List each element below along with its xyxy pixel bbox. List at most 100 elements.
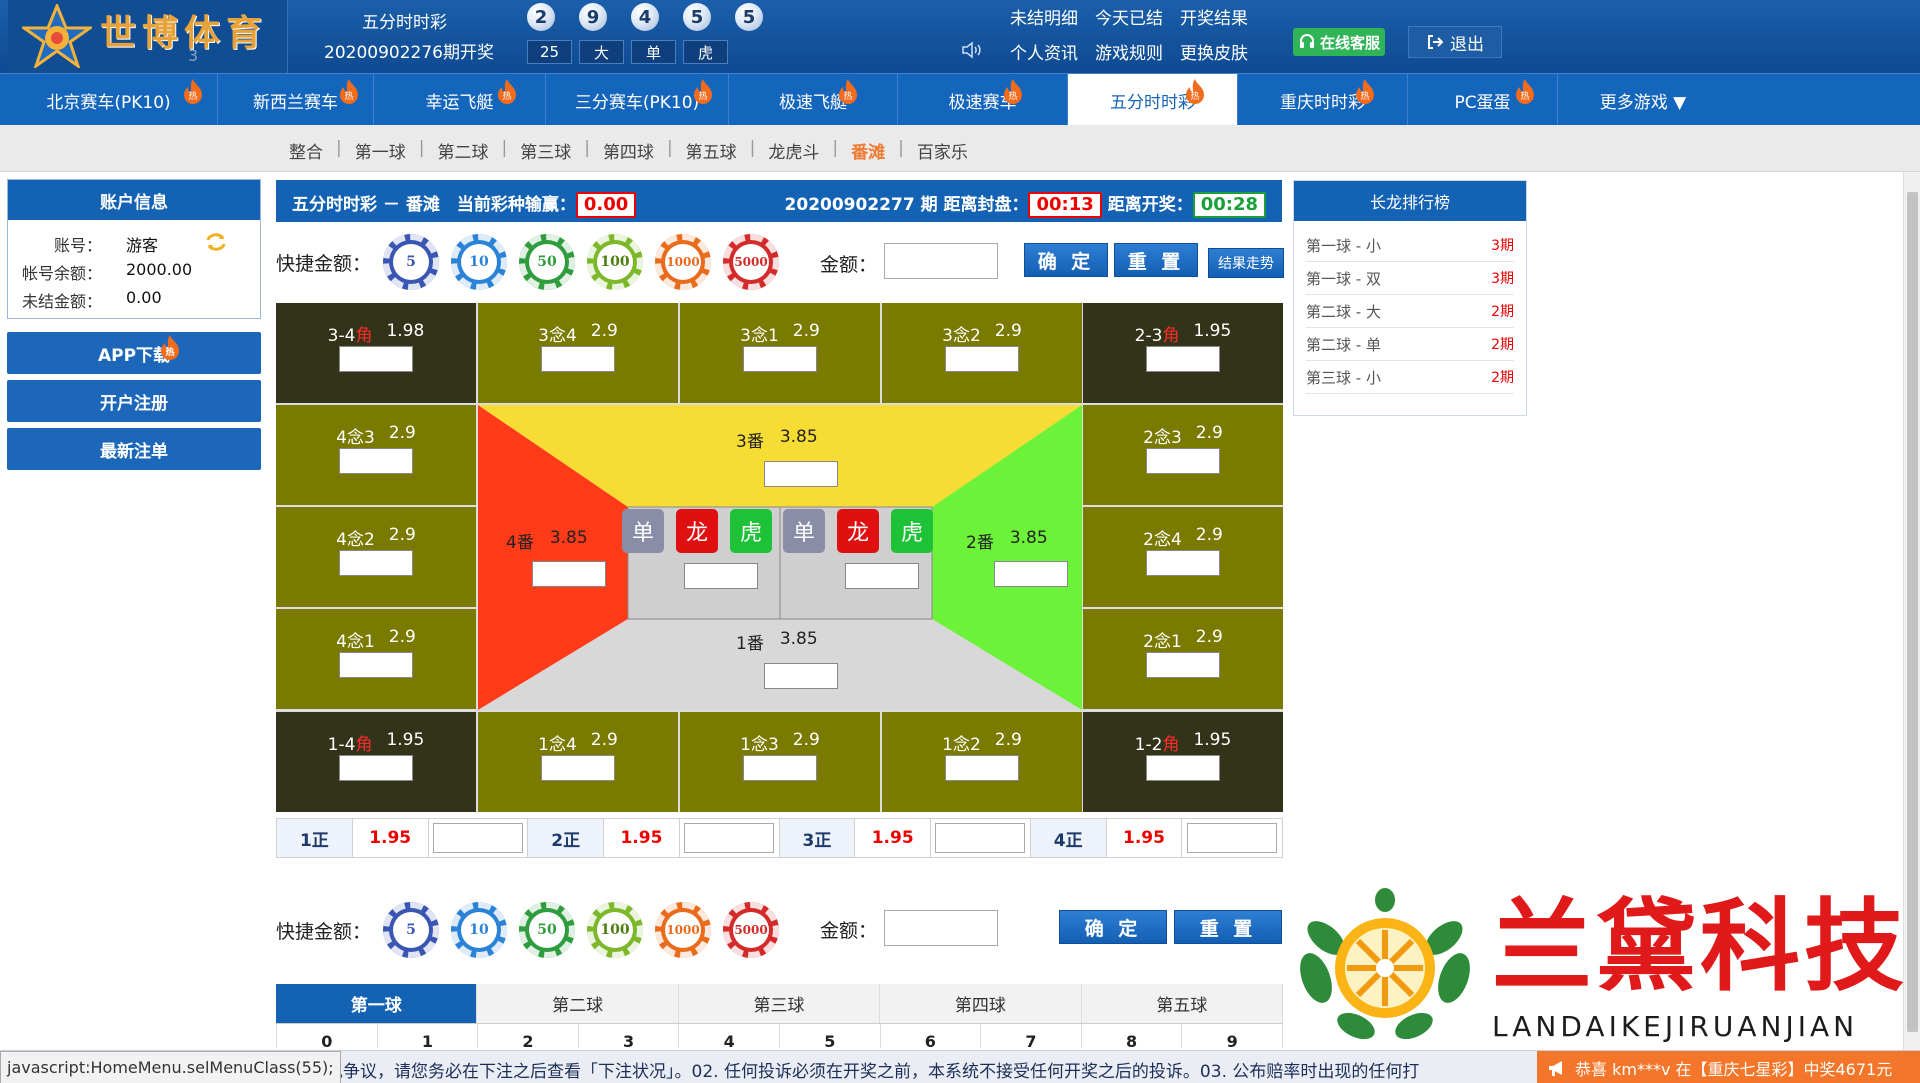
subtab-integrated[interactable]: 整合 [289, 138, 323, 163]
subtab-ball-4[interactable]: 第四球 [603, 138, 654, 163]
bet-cell-2-3-jiao[interactable]: 2-3角 1.95 [1083, 303, 1283, 403]
subtab-fantan[interactable]: 番滩 [851, 138, 885, 163]
ball-tab-4[interactable]: 第四球 [880, 984, 1082, 1023]
reset-button-bottom[interactable]: 重 置 [1174, 910, 1282, 944]
subtab-ball-1[interactable]: 第一球 [355, 138, 406, 163]
subtab-ball-5[interactable]: 第五球 [686, 138, 737, 163]
fan3-amount-input[interactable] [764, 461, 838, 487]
bet-cell-1nian2[interactable]: 1念2 2.9 [882, 712, 1082, 812]
tag-odd-left[interactable]: 单 [622, 509, 664, 553]
tag-tiger-right[interactable]: 虎 [891, 509, 933, 553]
bet-cell-2nian3[interactable]: 2念3 2.9 [1083, 405, 1283, 505]
tag-odd-right[interactable]: 单 [783, 509, 825, 553]
center-right-amount-input[interactable] [845, 563, 919, 589]
zheng-amount-input[interactable] [432, 823, 523, 853]
bet-cell-2nian1[interactable]: 2念1 2.9 [1083, 609, 1283, 709]
link-change-skin[interactable]: 更换皮肤 [1180, 39, 1248, 64]
chip-100[interactable]: 100 [587, 234, 644, 290]
fan4-label[interactable]: 4番 3.85 [506, 528, 588, 553]
ball-tab-2[interactable]: 第二球 [477, 984, 679, 1023]
game-tab-speed-airship[interactable]: 极速飞艇 热 [729, 74, 898, 126]
game-tab-more[interactable]: 更多游戏 ▼ [1558, 74, 1728, 126]
bet-cell-3nian1[interactable]: 3念1 2.9 [680, 303, 880, 403]
page-scrollbar[interactable] [1903, 172, 1920, 1062]
chip-5[interactable]: 5 [383, 902, 440, 958]
bet-amount-input[interactable] [1146, 346, 1220, 372]
chip-10[interactable]: 10 [451, 902, 508, 958]
online-service-button[interactable]: 在线客服 [1293, 28, 1385, 56]
game-tab-5min-ssc[interactable]: 五分时时彩 热 [1068, 74, 1238, 126]
chip-5[interactable]: 5 [383, 234, 440, 290]
bet-cell-3nian4[interactable]: 3念4 2.9 [478, 303, 678, 403]
fan3-label[interactable]: 3番 3.85 [736, 427, 818, 452]
bet-cell-1-2-jiao[interactable]: 1-2角 1.95 [1083, 712, 1283, 812]
game-tab-lucky-airship[interactable]: 幸运飞艇 热 [374, 74, 546, 126]
bet-cell-2nian4[interactable]: 2念4 2.9 [1083, 507, 1283, 607]
link-today-settled[interactable]: 今天已结 [1095, 4, 1163, 29]
amount-input-bottom[interactable] [884, 910, 998, 946]
chip-50[interactable]: 50 [519, 902, 576, 958]
bet-amount-input[interactable] [743, 755, 817, 781]
subtab-baccarat[interactable]: 百家乐 [917, 138, 968, 163]
register-button[interactable]: 开户注册 [7, 380, 261, 422]
bet-cell-1-4-jiao[interactable]: 1-4角 1.95 [276, 712, 476, 812]
game-tab-bjpk10[interactable]: 北京赛车(PK10) 热 [0, 74, 218, 126]
subtab-ball-3[interactable]: 第三球 [520, 138, 571, 163]
bet-amount-input[interactable] [541, 346, 615, 372]
link-profile[interactable]: 个人资讯 [1010, 39, 1078, 64]
game-tab-nz-racing[interactable]: 新西兰赛车 热 [218, 74, 374, 126]
bet-amount-input[interactable] [743, 346, 817, 372]
bet-cell-4nian3[interactable]: 4念3 2.9 [276, 405, 476, 505]
subtab-ball-2[interactable]: 第二球 [437, 138, 488, 163]
game-tab-pc-egg[interactable]: PC蛋蛋 热 [1408, 74, 1558, 126]
chip-1000[interactable]: 1000 [655, 234, 712, 290]
fan2-amount-input[interactable] [994, 561, 1068, 587]
link-game-rules[interactable]: 游戏规则 [1095, 39, 1163, 64]
ball-tab-1[interactable]: 第一球 [276, 984, 478, 1023]
chip-100[interactable]: 100 [587, 902, 644, 958]
result-trend-button[interactable]: 结果走势 [1208, 248, 1284, 278]
amount-input[interactable] [884, 243, 998, 279]
link-draw-results[interactable]: 开奖结果 [1180, 4, 1248, 29]
bet-amount-input[interactable] [541, 755, 615, 781]
chip-1000[interactable]: 1000 [655, 902, 712, 958]
bet-amount-input[interactable] [339, 550, 413, 576]
bet-cell-3nian2[interactable]: 3念2 2.9 [882, 303, 1082, 403]
ball-tab-5[interactable]: 第五球 [1081, 984, 1284, 1023]
bet-amount-input[interactable] [339, 448, 413, 474]
bet-cell-3-4-jiao[interactable]: 3-4角 1.98 [276, 303, 476, 403]
refresh-icon[interactable] [204, 232, 228, 252]
bet-amount-input[interactable] [945, 346, 1019, 372]
scrollbar-thumb[interactable] [1907, 192, 1918, 1032]
zheng-amount-input[interactable] [935, 823, 1026, 853]
tag-dragon-left[interactable]: 龙 [676, 509, 718, 553]
game-tab-3min-pk10[interactable]: 三分赛车(PK10) 热 [546, 74, 729, 126]
center-left-amount-input[interactable] [684, 563, 758, 589]
chip-5000[interactable]: 5000 [723, 234, 780, 290]
chip-10[interactable]: 10 [451, 234, 508, 290]
game-tab-cq-ssc[interactable]: 重庆时时彩 热 [1238, 74, 1408, 126]
logout-button[interactable]: 退出 [1408, 26, 1502, 58]
confirm-button-bottom[interactable]: 确 定 [1059, 910, 1167, 944]
bet-cell-4nian2[interactable]: 4念2 2.9 [276, 507, 476, 607]
tag-tiger-left[interactable]: 虎 [730, 509, 772, 553]
speaker-icon[interactable] [960, 38, 984, 62]
bet-amount-input[interactable] [1146, 755, 1220, 781]
bet-amount-input[interactable] [945, 755, 1019, 781]
bet-amount-input[interactable] [339, 755, 413, 781]
app-download-button[interactable]: APP下载 热 [7, 332, 261, 374]
game-tab-speed-racing[interactable]: 极速赛车 热 [898, 74, 1068, 126]
fan1-label[interactable]: 1番 3.85 [736, 629, 818, 654]
bet-cell-1nian3[interactable]: 1念3 2.9 [680, 712, 880, 812]
bet-cell-1nian4[interactable]: 1念4 2.9 [478, 712, 678, 812]
latest-bets-button[interactable]: 最新注单 [7, 428, 261, 470]
bet-amount-input[interactable] [1146, 448, 1220, 474]
confirm-button[interactable]: 确 定 [1024, 243, 1108, 277]
subtab-dragon-tiger[interactable]: 龙虎斗 [768, 138, 819, 163]
fan2-label[interactable]: 2番 3.85 [966, 528, 1048, 553]
zheng-amount-input[interactable] [1187, 823, 1278, 853]
bet-amount-input[interactable] [339, 652, 413, 678]
link-unsettled[interactable]: 未结明细 [1010, 4, 1078, 29]
ball-tab-3[interactable]: 第三球 [678, 984, 881, 1023]
chip-5000[interactable]: 5000 [723, 902, 780, 958]
